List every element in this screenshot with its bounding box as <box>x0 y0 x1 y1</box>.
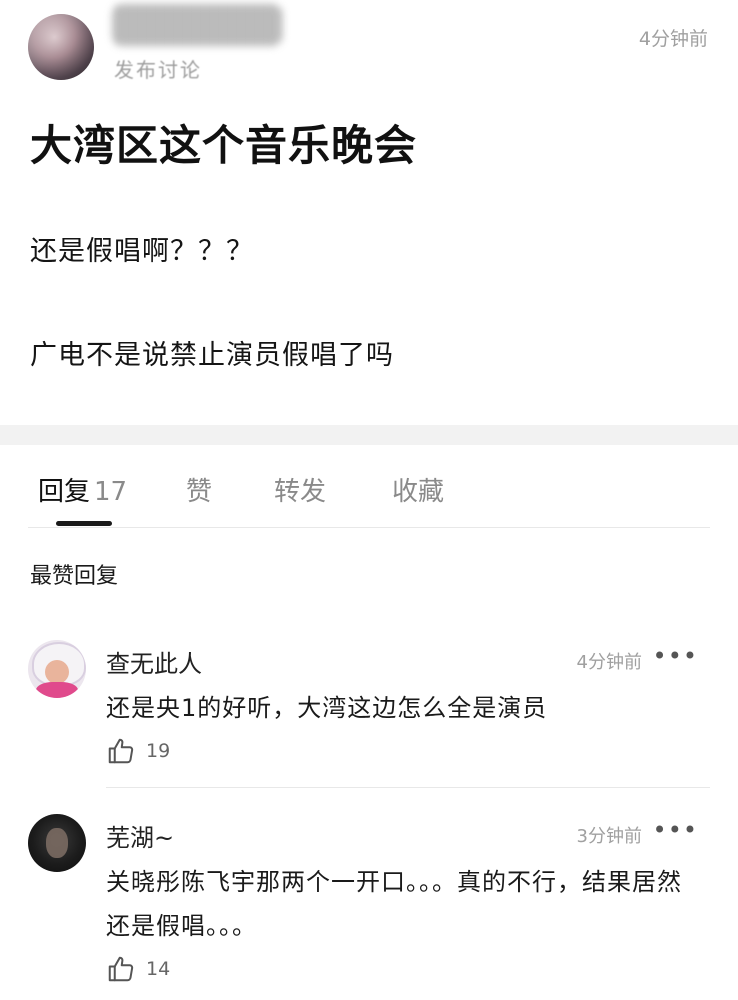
post-header: 发布讨论 4分钟前 <box>0 0 738 90</box>
active-tab-indicator <box>56 521 112 526</box>
more-options-icon[interactable]: ••• <box>653 642 698 670</box>
like-count: 14 <box>146 958 171 980</box>
author-name-redacted <box>112 4 282 46</box>
thumbs-up-icon <box>108 956 134 982</box>
post-action-label: 发布讨论 <box>114 58 202 82</box>
thumbs-up-icon <box>108 738 134 764</box>
avatar-shade <box>28 14 94 80</box>
commenter-avatar[interactable] <box>28 814 86 872</box>
post-timestamp: 4分钟前 <box>638 28 708 50</box>
avatar-face <box>46 828 68 858</box>
tab-replies-label: 回复 <box>38 477 91 507</box>
post-tabs: 回复 17 赞 转发 收藏 <box>0 445 738 529</box>
commenter-name[interactable]: 查无此人 <box>106 644 202 679</box>
comment-divider <box>106 787 710 788</box>
commenter-name[interactable]: 芜湖~ <box>106 818 174 853</box>
tab-likes[interactable]: 赞 <box>186 471 212 508</box>
tabs-divider <box>28 527 710 528</box>
tab-replies-count: 17 <box>94 477 128 507</box>
section-divider <box>0 425 738 445</box>
tab-forward[interactable]: 转发 <box>274 471 326 508</box>
avatar-body <box>36 682 78 698</box>
commenter-avatar[interactable] <box>28 640 86 698</box>
avatar-face <box>45 660 69 684</box>
post-title: 大湾区这个音乐晚会 <box>30 121 418 170</box>
comment-item: 查无此人 4分钟前 ••• 还是央1的好听，大湾这边怎么全是演员 19 <box>0 640 738 788</box>
comment-text: 还是央1的好听，大湾这边怎么全是演员 <box>106 694 548 722</box>
post-body-line: 广电不是说禁止演员假唱了吗 <box>30 340 394 371</box>
comment-timestamp: 4分钟前 <box>576 652 642 673</box>
comment-item: 芜湖~ 3分钟前 ••• 关晓彤陈飞宇那两个一开口。。。真的不行，结果居然还是假… <box>0 814 738 1000</box>
more-options-icon[interactable]: ••• <box>653 816 698 844</box>
tab-replies[interactable]: 回复 17 <box>38 471 127 508</box>
post-body-line: 还是假唱啊？？？ <box>30 236 254 267</box>
section-title: 最赞回复 <box>30 564 119 589</box>
comment-text: 关晓彤陈飞宇那两个一开口。。。真的不行，结果居然还是假唱。。。 <box>106 868 682 940</box>
author-avatar[interactable] <box>28 14 94 80</box>
like-count: 19 <box>146 740 171 762</box>
comment-timestamp: 3分钟前 <box>576 826 642 847</box>
tab-favorite[interactable]: 收藏 <box>392 471 444 508</box>
